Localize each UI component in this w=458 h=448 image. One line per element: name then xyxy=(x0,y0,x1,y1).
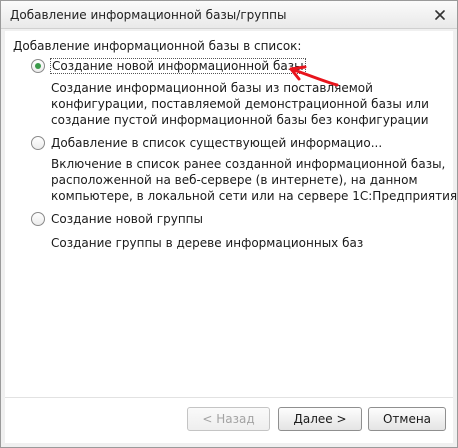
option-description: Включение в список ранее созданной инфор… xyxy=(51,157,458,203)
window-title: Добавление информационной базы/группы xyxy=(10,8,287,22)
cancel-button[interactable]: Отмена xyxy=(368,407,446,431)
radio-add-existing-infobase[interactable] xyxy=(31,136,45,150)
footer-divider xyxy=(5,397,453,398)
option-description: Создание группы в дереве информационных … xyxy=(51,236,364,250)
close-icon xyxy=(435,10,445,20)
option-add-existing-infobase[interactable]: Добавление в список существующей информа… xyxy=(31,136,382,150)
radio-create-new-infobase[interactable] xyxy=(31,59,45,73)
option-label: Добавление в список существующей информа… xyxy=(51,136,383,150)
section-label: Добавление информационной базы в список: xyxy=(13,39,302,53)
next-button[interactable]: Далее > xyxy=(278,407,362,431)
option-create-new-group[interactable]: Создание новой группы xyxy=(31,212,203,226)
option-label: Создание новой группы xyxy=(51,212,203,226)
option-description: Создание информационной базы из поставля… xyxy=(51,81,429,127)
annotation-arrow-icon xyxy=(289,65,339,87)
close-button[interactable] xyxy=(431,6,449,24)
back-button[interactable]: < Назад xyxy=(187,407,270,431)
dialog-window: Добавление информационной базы/группы До… xyxy=(0,0,458,448)
option-create-new-infobase[interactable]: Создание новой информационной базы xyxy=(31,58,306,74)
title-bar: Добавление информационной базы/группы xyxy=(1,1,457,29)
dialog-content: Добавление информационной базы в список:… xyxy=(5,31,457,443)
option-label: Создание новой информационной базы xyxy=(50,58,306,74)
radio-create-new-group[interactable] xyxy=(31,212,45,226)
